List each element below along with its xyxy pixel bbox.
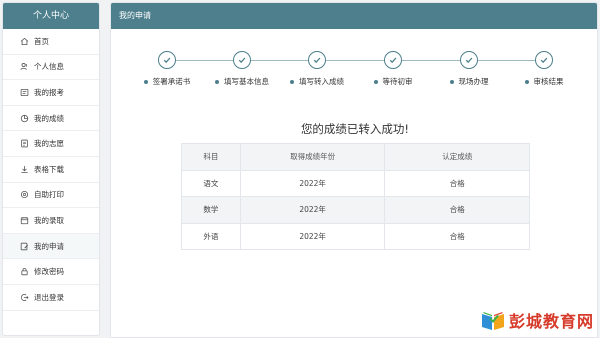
sidebar-item-label: 自助打印 xyxy=(34,190,64,200)
user-icon xyxy=(20,62,29,71)
sidebar-item-register[interactable]: 我的报考 xyxy=(3,80,99,106)
step-dot xyxy=(215,79,219,84)
step-dot xyxy=(373,79,378,84)
wish-icon xyxy=(20,139,29,148)
step-label: 等待初审 xyxy=(382,77,413,86)
sidebar-item-home[interactable]: 首页 xyxy=(3,29,99,55)
sidebar-item-label: 修改密码 xyxy=(34,267,64,277)
cell-result: 合格 xyxy=(384,169,530,197)
check-icon xyxy=(464,55,474,65)
print-icon xyxy=(20,190,29,199)
column-header-subject: 科目 xyxy=(181,143,241,171)
step-label: 审核结果 xyxy=(533,77,564,86)
step-dot xyxy=(524,79,529,84)
cell-year: 2022年 xyxy=(239,169,386,197)
sidebar-title: 个人中心 xyxy=(3,3,99,29)
sidebar-item-download[interactable]: 表格下载 xyxy=(3,157,99,183)
download-icon xyxy=(20,165,29,174)
sidebar-item-label: 我的申请 xyxy=(34,241,64,251)
sidebar-item-label: 个人信息 xyxy=(34,62,64,72)
sidebar-item-label: 我的报考 xyxy=(34,87,64,97)
score-icon xyxy=(20,114,29,123)
watermark: 彭城教育网 xyxy=(480,308,594,332)
step-complete-circle xyxy=(233,51,251,69)
step-label: 填写基本信息 xyxy=(224,77,269,86)
sidebar-item-label: 我的录取 xyxy=(34,215,64,225)
success-message: 您的成绩已转入成功! xyxy=(300,122,410,136)
step-complete-circle xyxy=(460,51,478,69)
step-label: 现场办理 xyxy=(458,77,489,86)
sidebar-item-logout[interactable]: 退出登录 xyxy=(3,285,99,311)
table-header-row: 科目 取得成绩年份 认定成绩 xyxy=(181,143,530,171)
sidebar-item-label: 表格下载 xyxy=(34,164,64,174)
admission-icon xyxy=(20,216,29,225)
step-6: 审核结果 xyxy=(499,51,589,87)
apply-icon xyxy=(20,242,29,251)
sidebar-item-admission[interactable]: 我的录取 xyxy=(3,208,99,234)
check-icon xyxy=(539,55,549,65)
sidebar-item-wishes[interactable]: 我的志愿 xyxy=(3,131,99,157)
step-dot xyxy=(290,79,294,84)
sidebar-item-applications[interactable]: 我的申请 xyxy=(3,233,99,260)
table-row: 语文 2022年 合格 xyxy=(181,169,530,197)
register-icon xyxy=(20,88,29,97)
step-complete-circle xyxy=(384,51,402,69)
check-icon xyxy=(388,55,398,65)
book-logo-icon xyxy=(480,308,509,332)
column-header-year: 取得成绩年份 xyxy=(239,143,386,171)
progress-stepper: 签署承诺书 填写基本信息 填写转入成绩 等待初审 现场办理 审核结果 xyxy=(111,49,597,99)
sidebar-item-print[interactable]: 自助打印 xyxy=(3,183,99,209)
scores-table: 科目 取得成绩年份 认定成绩 语文 2022年 合格 数学 2022年 合格 外… xyxy=(181,143,530,250)
step-label: 签署承诺书 xyxy=(152,77,191,86)
logout-icon xyxy=(20,293,29,302)
step-complete-circle xyxy=(535,51,553,69)
sidebar-item-password[interactable]: 修改密码 xyxy=(3,259,99,285)
main-panel: 我的申请 签署承诺书 填写基本信息 填写转入成绩 等待初审 现场办理 审核结果 … xyxy=(110,2,598,338)
cell-year: 2022年 xyxy=(239,222,386,250)
column-header-result: 认定成绩 xyxy=(384,143,530,171)
page-title: 我的申请 xyxy=(111,3,597,29)
sidebar-item-profile[interactable]: 个人信息 xyxy=(3,55,99,81)
watermark-text: 彭城教育网 xyxy=(508,312,594,331)
sidebar: 个人中心 首页 个人信息 我的报考 我的成绩 我的志愿 表格下载 自助打印 我的… xyxy=(2,2,100,336)
cell-result: 合格 xyxy=(384,222,530,250)
step-dot xyxy=(143,79,148,84)
check-icon xyxy=(312,55,322,65)
sidebar-item-label: 我的志愿 xyxy=(34,139,64,149)
sidebar-item-label: 退出登录 xyxy=(34,292,64,302)
sidebar-item-label: 我的成绩 xyxy=(34,113,64,123)
cell-subject: 数学 xyxy=(181,196,241,224)
table-row: 数学 2022年 合格 xyxy=(181,196,530,224)
table-row: 外语 2022年 合格 xyxy=(181,222,530,250)
step-complete-circle xyxy=(158,51,176,69)
cell-subject: 语文 xyxy=(181,169,241,197)
step-label: 填写转入成绩 xyxy=(299,77,344,86)
home-icon xyxy=(20,37,29,46)
lock-icon xyxy=(20,267,29,276)
check-icon xyxy=(162,55,172,65)
cell-subject: 外语 xyxy=(181,222,241,250)
check-icon xyxy=(237,55,247,65)
cell-year: 2022年 xyxy=(239,196,386,224)
sidebar-item-scores[interactable]: 我的成绩 xyxy=(3,106,99,132)
cell-result: 合格 xyxy=(384,196,530,224)
step-dot xyxy=(449,79,454,84)
sidebar-item-label: 首页 xyxy=(34,36,49,46)
step-complete-circle xyxy=(308,51,326,69)
